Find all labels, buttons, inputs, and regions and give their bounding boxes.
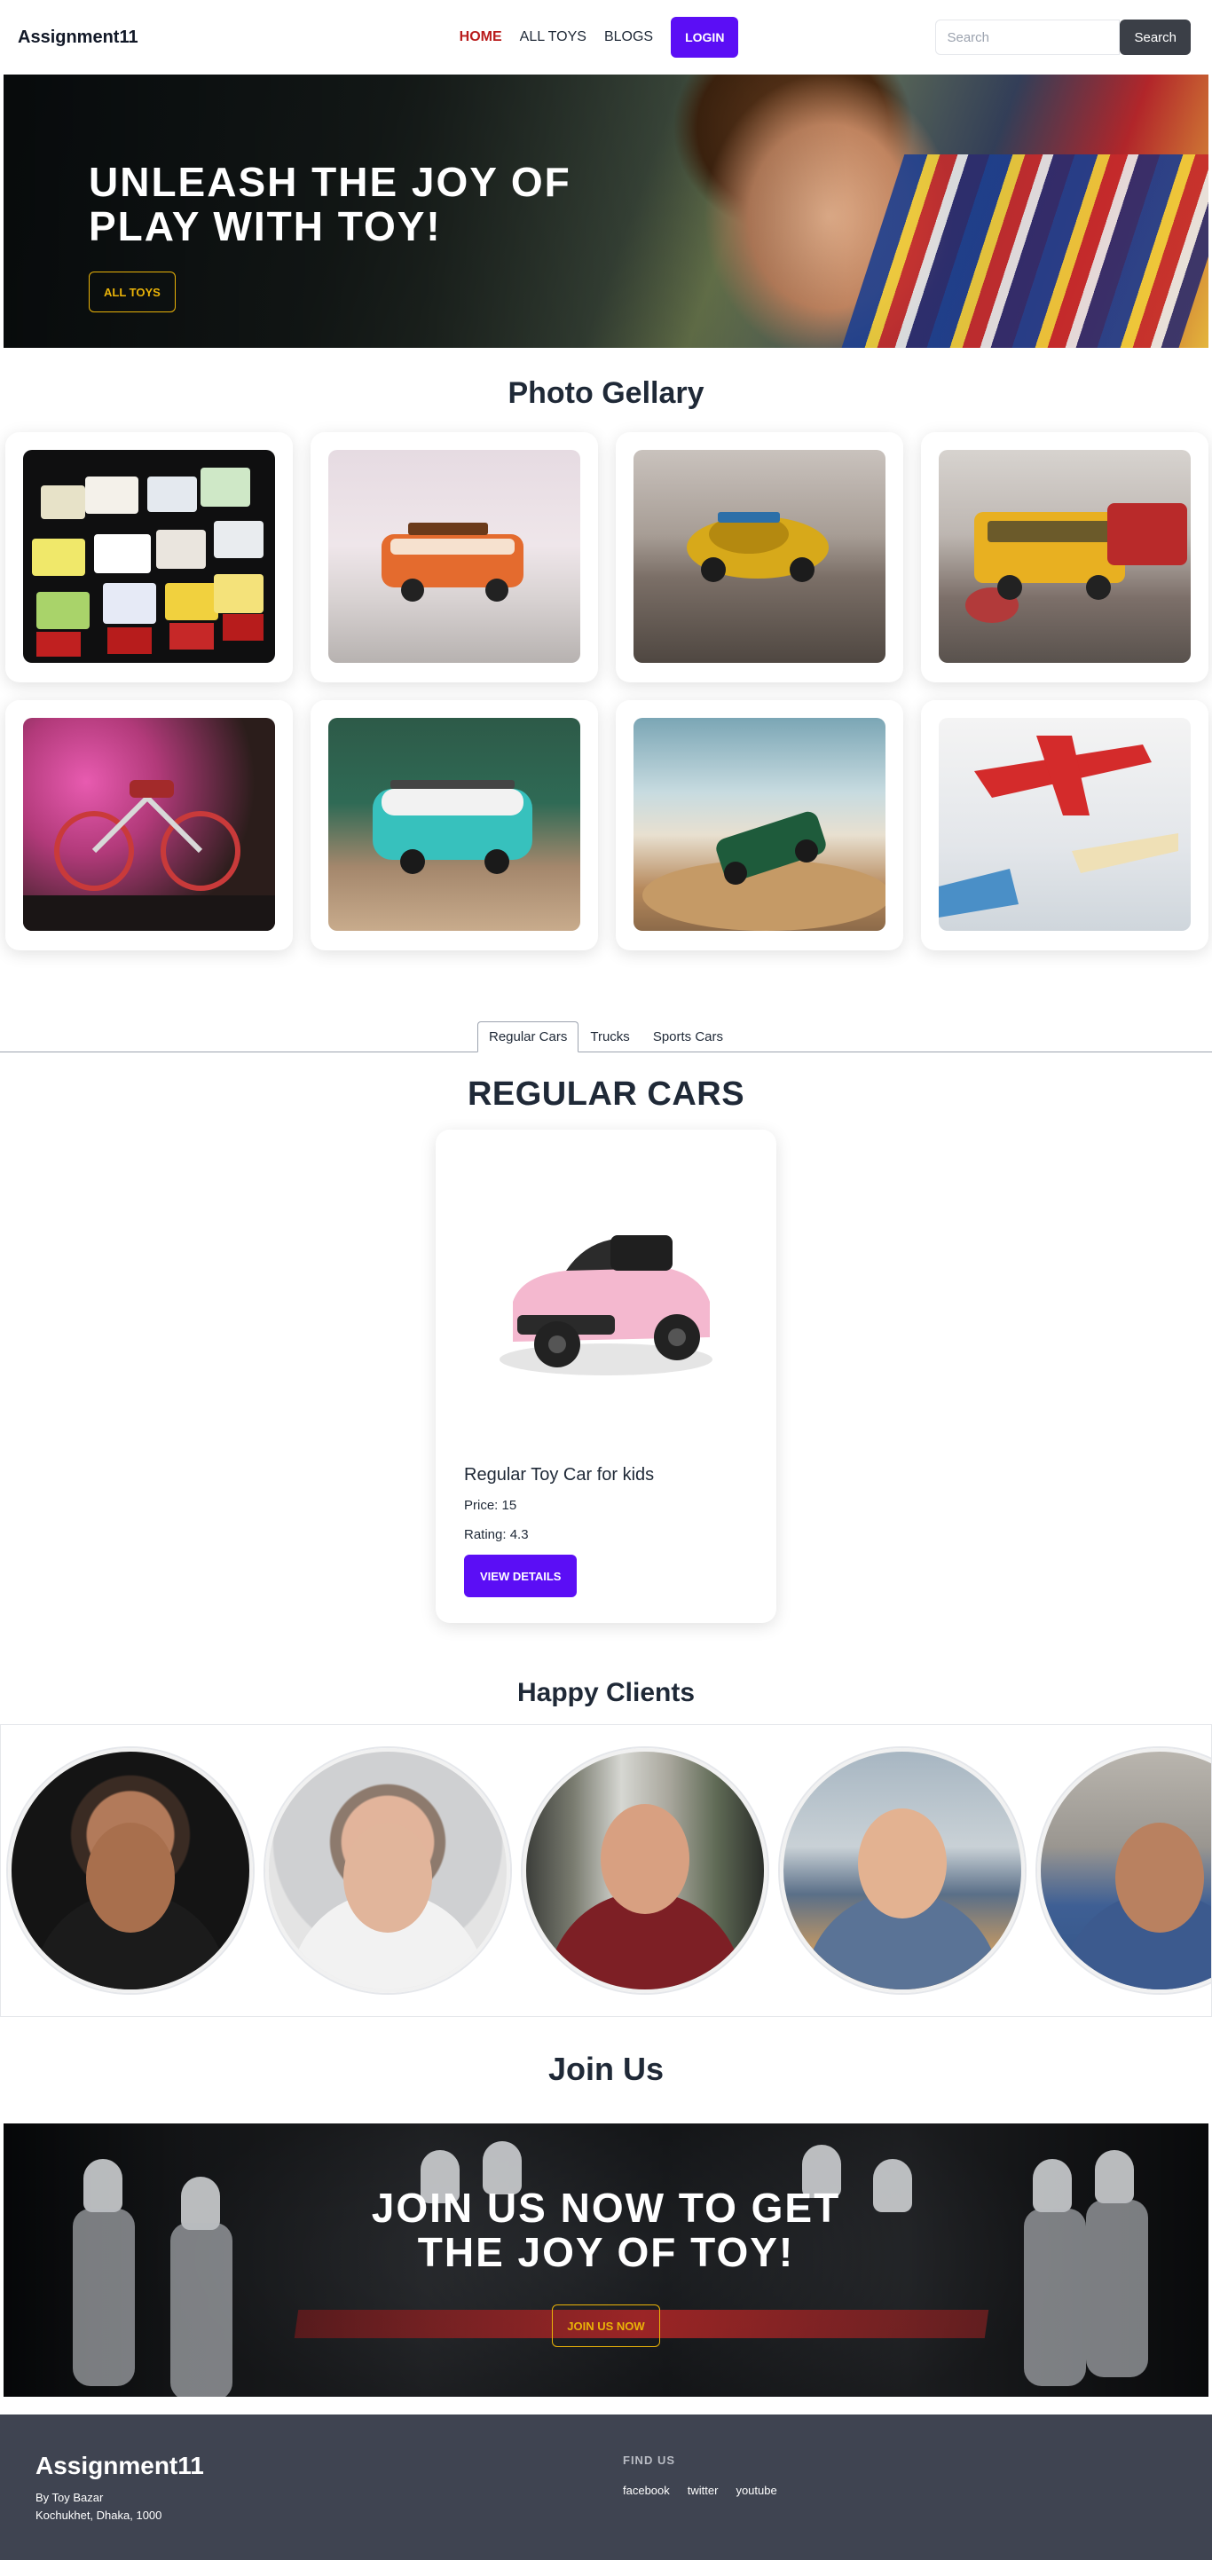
pink-toy-car-image bbox=[464, 1130, 748, 1465]
product-card: Regular Toy Car for kids Price: 15 Ratin… bbox=[436, 1130, 776, 1623]
toy-yellow-beetle-image bbox=[634, 450, 885, 663]
all-toys-button[interactable]: ALL TOYS bbox=[89, 272, 176, 312]
toy-orange-van-image bbox=[328, 450, 580, 663]
tab-regular-cars[interactable]: Regular Cars bbox=[476, 1021, 579, 1052]
category-tabs: Regular Cars Trucks Sports Cars bbox=[0, 1021, 1212, 1052]
nav-home[interactable]: HOME bbox=[460, 29, 502, 45]
footer-address: By Toy Bazar Kochukhet, Dhaka, 1000 bbox=[35, 2489, 161, 2525]
gallery-card bbox=[5, 432, 293, 682]
hero-title: UNLEASH THE JOY OF PLAY WITH TOY! bbox=[89, 159, 571, 249]
product-rating: Rating: 4.3 bbox=[464, 1527, 529, 1542]
photo-gallery bbox=[0, 411, 1212, 950]
join-heading: JOIN US NOW TO GET THE JOY OF TOY! bbox=[371, 2185, 841, 2275]
tab-sports-cars[interactable]: Sports Cars bbox=[641, 1021, 735, 1052]
brand-logo[interactable]: Assignment11 bbox=[18, 28, 138, 48]
toy-camper-van-image bbox=[328, 718, 580, 931]
footer-line1: By Toy Bazar bbox=[35, 2491, 104, 2504]
tab-trucks[interactable]: Trucks bbox=[578, 1021, 641, 1052]
toy-trucks-collection-image bbox=[23, 450, 275, 663]
client-avatar bbox=[8, 1748, 253, 1993]
facebook-link[interactable]: facebook bbox=[623, 2484, 670, 2497]
youtube-link[interactable]: youtube bbox=[736, 2484, 776, 2497]
view-details-button[interactable]: VIEW DETAILS bbox=[464, 1555, 578, 1597]
gallery-card bbox=[311, 432, 598, 682]
login-button[interactable]: LOGIN bbox=[671, 17, 739, 58]
nav-all-toys[interactable]: ALL TOYS bbox=[520, 29, 586, 45]
twitter-link[interactable]: twitter bbox=[688, 2484, 719, 2497]
main-nav: HOME ALL TOYS BLOGS LOGIN bbox=[460, 17, 739, 58]
footer-heading: FIND US bbox=[623, 2454, 675, 2467]
navbar: Assignment11 HOME ALL TOYS BLOGS LOGIN S… bbox=[0, 0, 1212, 75]
tab-heading: REGULAR CARS bbox=[467, 1075, 745, 1113]
product-name: Regular Toy Car for kids bbox=[464, 1465, 655, 1485]
nav-blogs[interactable]: BLOGS bbox=[604, 29, 653, 45]
footer-line2: Kochukhet, Dhaka, 1000 bbox=[35, 2509, 162, 2522]
hero-banner: UNLEASH THE JOY OF PLAY WITH TOY! ALL TO… bbox=[4, 75, 1208, 348]
join-content: JOIN US NOW TO GET THE JOY OF TOY! JOIN … bbox=[4, 2123, 1208, 2397]
clients-carousel[interactable] bbox=[0, 1724, 1212, 2017]
gallery-title: Photo Gellary bbox=[508, 376, 704, 410]
toy-green-car-image bbox=[634, 718, 885, 931]
gallery-card bbox=[616, 432, 903, 682]
gallery-card bbox=[616, 700, 903, 950]
search-button[interactable]: Search bbox=[1120, 20, 1191, 55]
client-avatar bbox=[1037, 1748, 1211, 1993]
footer-brand: Assignment11 bbox=[35, 2452, 204, 2479]
hero-child-image bbox=[838, 154, 1208, 348]
toy-school-bus-image bbox=[939, 450, 1191, 663]
social-links: facebook twitter youtube bbox=[623, 2484, 777, 2497]
gallery-card bbox=[311, 700, 598, 950]
join-title: Join Us bbox=[547, 2051, 665, 2087]
category-tabs-section: Regular Cars Trucks Sports Cars REGULAR … bbox=[0, 1021, 1212, 1623]
clients-title: Happy Clients bbox=[516, 1678, 696, 1707]
client-avatar bbox=[780, 1748, 1025, 1993]
search-input[interactable] bbox=[935, 20, 1121, 55]
client-avatar bbox=[523, 1748, 767, 1993]
gallery-card bbox=[921, 700, 1208, 950]
footer: Assignment11 By Toy Bazar Kochukhet, Dha… bbox=[0, 2415, 1212, 2560]
client-avatar bbox=[265, 1748, 510, 1993]
toy-motorcycle-image bbox=[23, 718, 275, 931]
join-us-button[interactable]: JOIN US NOW bbox=[552, 2304, 660, 2347]
join-banner: JOIN US NOW TO GET THE JOY OF TOY! JOIN … bbox=[4, 2123, 1208, 2397]
product-price: Price: 15 bbox=[464, 1498, 517, 1513]
hero-content: UNLEASH THE JOY OF PLAY WITH TOY! ALL TO… bbox=[89, 160, 586, 312]
search-form: Search bbox=[935, 20, 1191, 55]
gallery-card bbox=[921, 432, 1208, 682]
gallery-card bbox=[5, 700, 293, 950]
toy-airplane-image bbox=[939, 718, 1191, 931]
